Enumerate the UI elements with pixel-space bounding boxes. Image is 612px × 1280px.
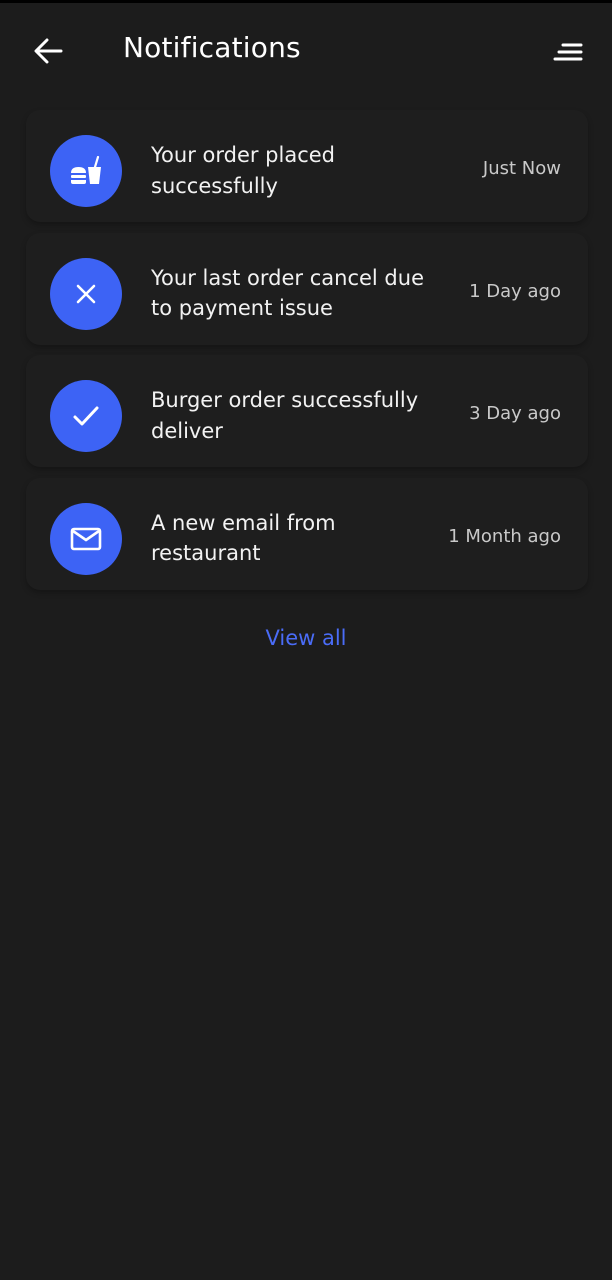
- notification-message: Your last order cancel due to payment is…: [151, 265, 424, 321]
- notification-avatar: [50, 502, 122, 575]
- notification-avatar: [50, 257, 122, 330]
- view-all-link[interactable]: View all: [0, 626, 612, 650]
- close-icon: [76, 284, 96, 303]
- notification-time: 1 Day ago: [469, 280, 561, 302]
- notification-item[interactable]: A new email from restaurant 1 Month ago: [26, 477, 588, 590]
- notification-avatar: [50, 135, 122, 207]
- notification-time: 1 Month ago: [448, 525, 561, 547]
- notification-item[interactable]: Your last order cancel due to payment is…: [26, 232, 588, 345]
- notification-time: Just Now: [482, 158, 561, 179]
- page-title: Notifications: [123, 31, 301, 64]
- notification-item[interactable]: Burger order successfully deliver 3 Day …: [26, 355, 588, 467]
- arrow-left-icon: [34, 38, 63, 64]
- filter-lines-icon: [553, 43, 583, 61]
- notification-list: Your order placed successfully Just Now …: [26, 110, 588, 600]
- notification-avatar: [50, 380, 122, 452]
- notification-time: 3 Day ago: [469, 403, 561, 424]
- notification-message: A new email from restaurant: [151, 510, 336, 566]
- check-icon: [73, 406, 99, 426]
- notification-item[interactable]: Your order placed successfully Just Now: [26, 110, 588, 222]
- app-header: Notifications: [0, 3, 612, 97]
- notification-message: Burger order successfully deliver: [151, 388, 419, 443]
- back-button[interactable]: [28, 33, 68, 69]
- mail-icon: [70, 527, 102, 550]
- filter-button[interactable]: [548, 37, 588, 67]
- notification-message: Your order placed successfully: [151, 143, 336, 198]
- food-drink-icon: [71, 156, 101, 184]
